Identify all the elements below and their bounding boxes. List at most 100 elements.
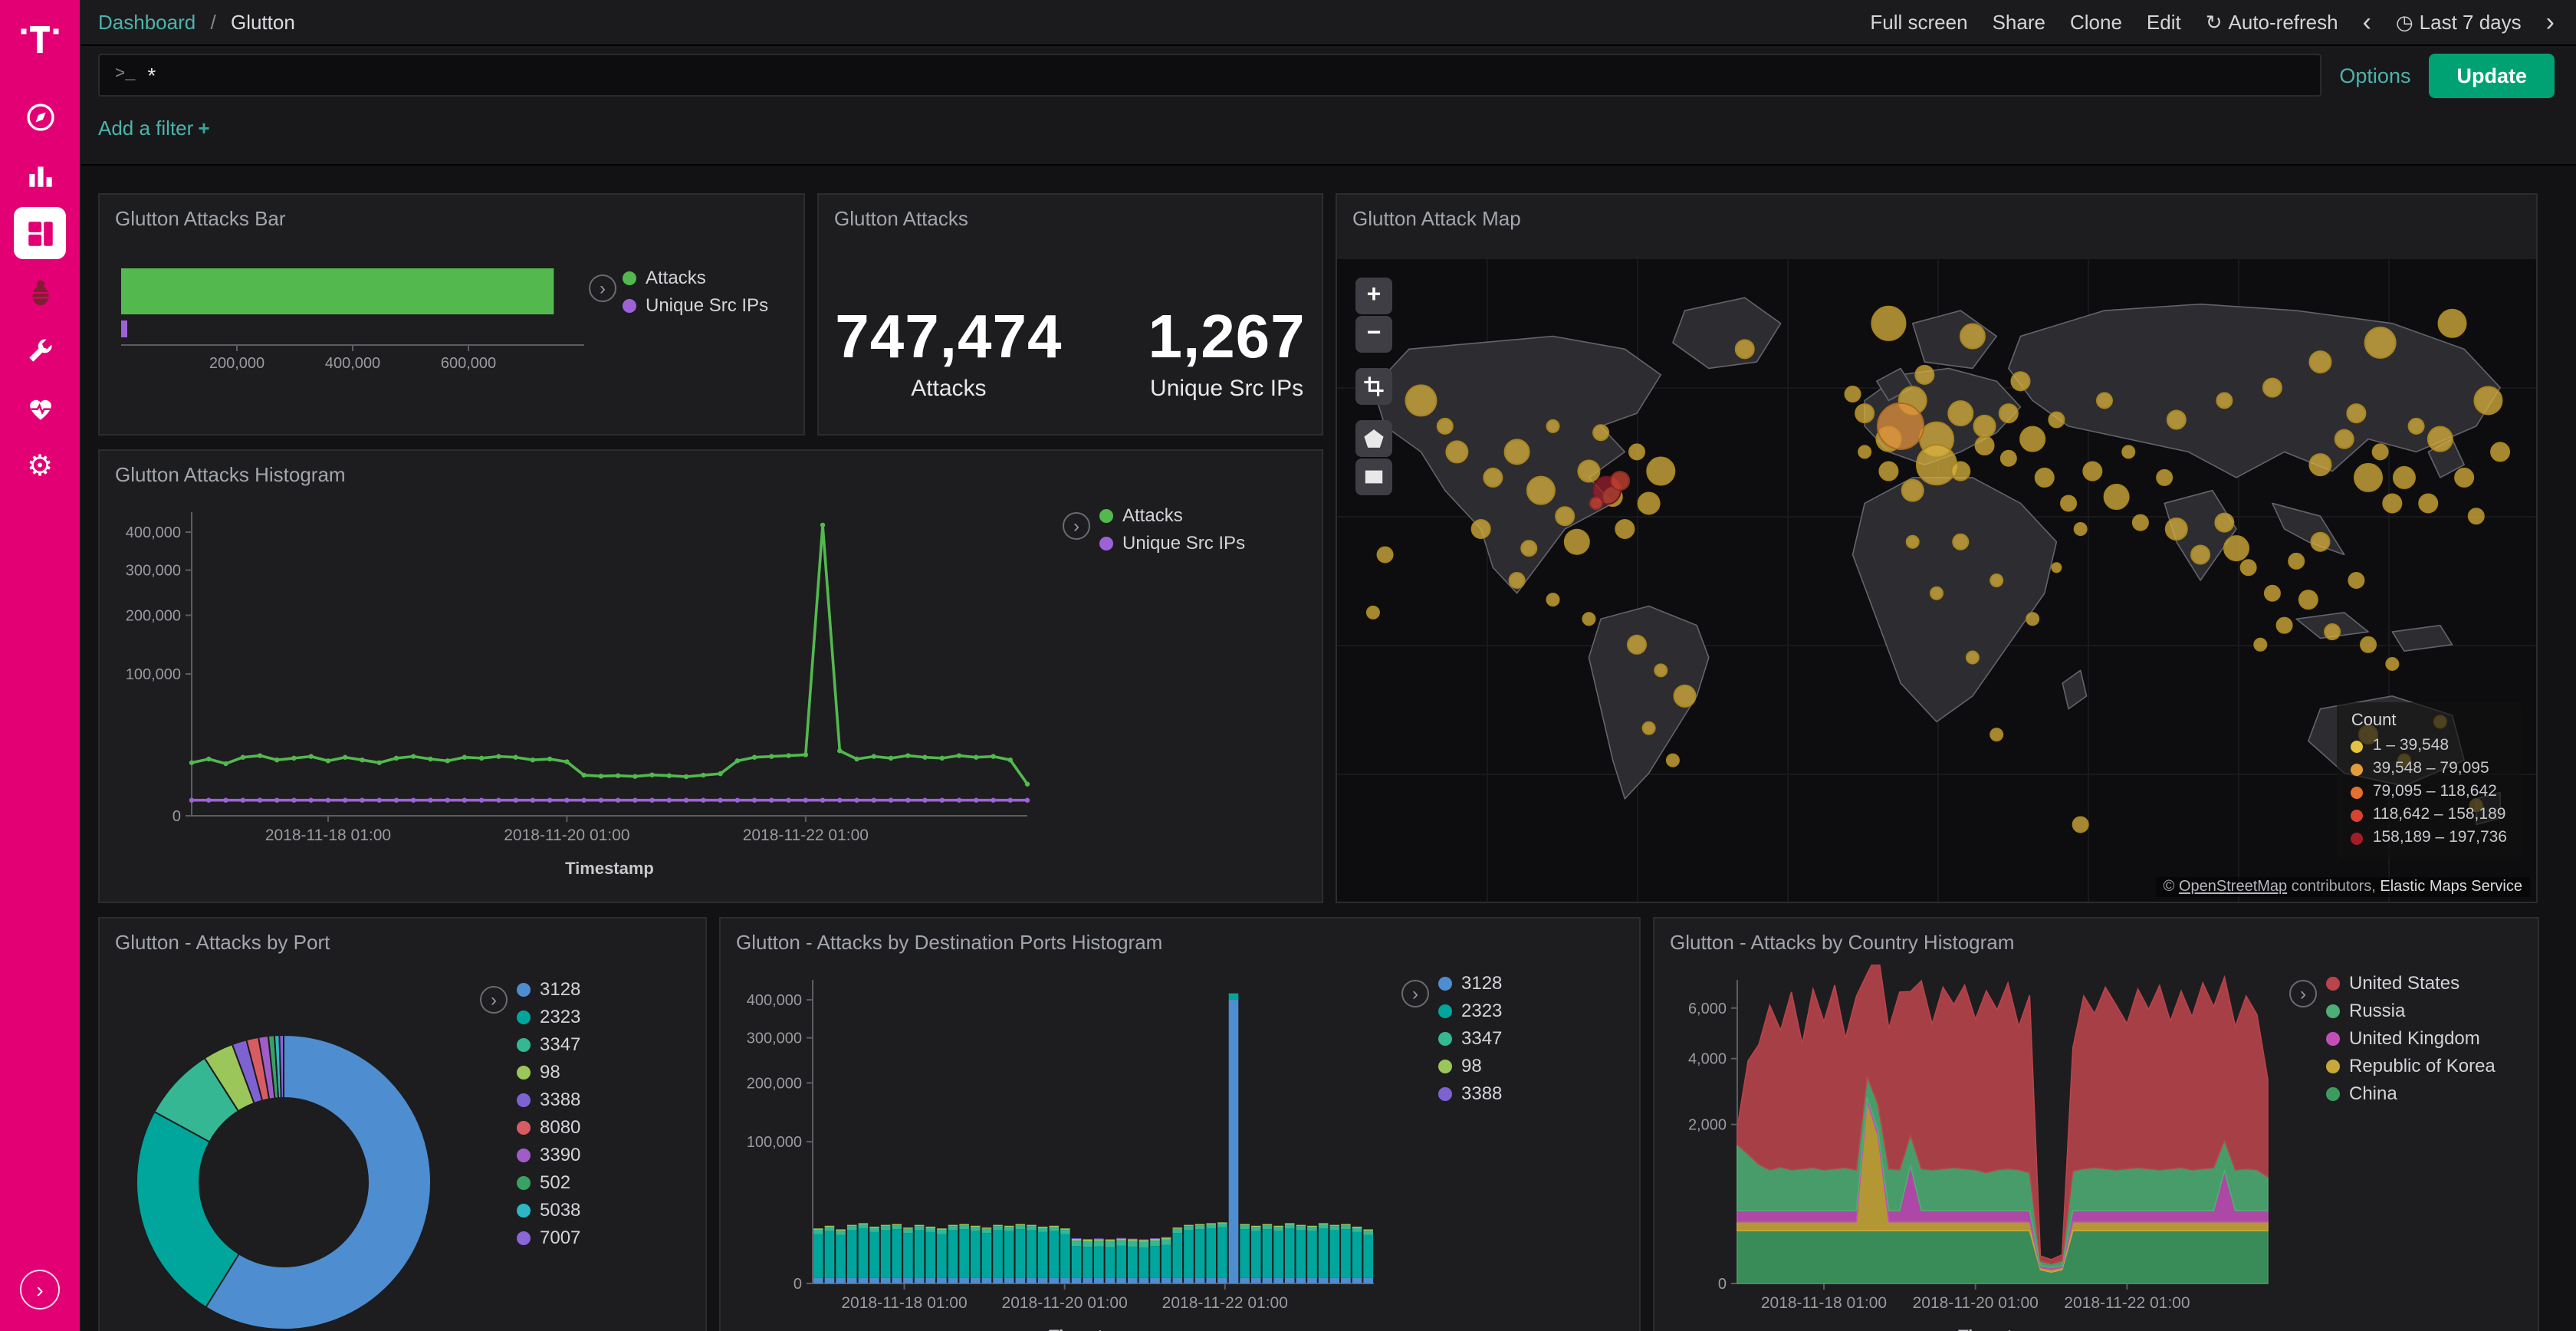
svg-text:Timestamp: Timestamp — [1049, 1326, 1138, 1331]
panel-glutton-attacks-bar: Glutton Attacks Bar 200,000400,000600,00… — [98, 193, 805, 435]
legend-item[interactable]: Attacks — [623, 265, 791, 291]
legend-item[interactable]: Attacks — [1099, 503, 1314, 529]
elastic-maps-service-link[interactable]: Elastic Maps Service — [2380, 879, 2522, 896]
svg-text:2018-11-22 01:00: 2018-11-22 01:00 — [743, 827, 869, 844]
svg-text:2,000: 2,000 — [1688, 1117, 1727, 1134]
legend-item[interactable]: 7007 — [517, 1225, 685, 1251]
legend-item[interactable]: United Kingdom — [2326, 1026, 2533, 1052]
map-legend: Count 1 – 39,54839,548 – 79,09579,095 – … — [2338, 702, 2521, 859]
legend-dot-icon — [2326, 1032, 2340, 1046]
rectangle-select-button[interactable] — [1355, 458, 1392, 495]
map-legend-label: 79,095 – 118,642 — [2373, 781, 2497, 804]
svg-text:200,000: 200,000 — [209, 355, 264, 372]
update-button[interactable]: Update — [2429, 53, 2555, 97]
legend-dot-icon — [2326, 977, 2340, 991]
legend-dot-icon — [517, 1011, 531, 1024]
legend-dot-icon — [2351, 763, 2364, 775]
sidebar-item-visualize[interactable] — [14, 149, 66, 201]
map-controls: + − — [1355, 278, 1392, 495]
legend-toggle-button[interactable]: › — [589, 274, 616, 302]
legend-dot-icon — [623, 271, 636, 285]
sidebar-item-tpot[interactable] — [14, 265, 66, 317]
legend-label: 2323 — [540, 1004, 580, 1030]
top-navigation-bar: Dashboard / Glutton Full screen Share Cl… — [80, 0, 2576, 46]
legend-item[interactable]: 2323 — [1438, 998, 1607, 1024]
map-legend-row: 158,189 – 197,736 — [2351, 827, 2507, 850]
full-screen-button[interactable]: Full screen — [1870, 11, 1967, 34]
sidebar-item-monitoring[interactable] — [14, 382, 66, 434]
legend-item[interactable]: Republic of Korea — [2326, 1053, 2533, 1080]
refresh-icon: ↻ — [2206, 10, 2223, 33]
auto-refresh-button[interactable]: ↻Auto-refresh — [2206, 10, 2338, 35]
stacked-bar-chart[interactable]: 0100,000200,000300,000400,0002018-11-18 … — [730, 965, 1389, 1331]
legend-item[interactable]: 3388 — [1438, 1081, 1607, 1107]
time-range-picker[interactable]: ◷Last 7 days — [2396, 10, 2522, 35]
legend-item[interactable]: 502 — [517, 1170, 685, 1196]
svg-text:100,000: 100,000 — [126, 666, 181, 683]
openstreetmap-link[interactable]: OpenStreetMap — [2179, 879, 2287, 896]
legend-item[interactable]: 3388 — [517, 1087, 685, 1113]
legend-item[interactable]: 3347 — [517, 1032, 685, 1058]
panel-attacks-by-port: Glutton - Attacks by Port › 312823233347… — [98, 917, 707, 1331]
svg-text:300,000: 300,000 — [126, 563, 181, 580]
bar-chart-icon — [24, 159, 56, 191]
time-back-button[interactable]: ‹ — [2363, 9, 2371, 35]
options-link[interactable]: Options — [2339, 64, 2410, 87]
legend-dot-icon — [517, 1149, 531, 1162]
legend-dot-icon — [1099, 537, 1113, 550]
legend-dot-icon — [517, 1231, 531, 1245]
legend-label: 8080 — [540, 1115, 580, 1141]
legend-item[interactable]: 3128 — [517, 977, 685, 1003]
add-filter-link[interactable]: Add a filter+ — [98, 117, 210, 140]
legend-toggle-button[interactable]: › — [2289, 980, 2317, 1007]
legend-item[interactable]: United States — [2326, 971, 2533, 997]
sidebar-item-dashboard[interactable] — [14, 207, 66, 259]
legend-dot-icon — [2326, 1087, 2340, 1101]
polygon-select-button[interactable] — [1355, 420, 1392, 457]
sidebar-collapse-button[interactable]: › — [20, 1270, 60, 1310]
legend-dot-icon — [2351, 832, 2364, 844]
search-input-wrapper[interactable]: >_ — [98, 54, 2321, 97]
edit-button[interactable]: Edit — [2147, 11, 2181, 34]
horizontal-bar-chart[interactable]: 200,000400,000600,000 — [109, 256, 630, 385]
svg-text:100,000: 100,000 — [747, 1134, 802, 1151]
legend-toggle-button[interactable]: › — [1063, 512, 1090, 540]
metric-value: 747,474 — [835, 304, 1062, 373]
t-mobile-logo[interactable] — [17, 15, 63, 66]
clone-button[interactable]: Clone — [2070, 11, 2122, 34]
svg-text:Timestamp: Timestamp — [1958, 1326, 2047, 1331]
legend-item[interactable]: Unique Src IPs — [1099, 531, 1314, 557]
gear-icon: ⚙ — [27, 452, 53, 481]
legend-item[interactable]: 3390 — [517, 1142, 685, 1168]
fit-data-bounds-button[interactable] — [1355, 368, 1392, 405]
stacked-area-chart[interactable]: 02,0004,0006,0002018-11-18 01:002018-11-… — [1664, 965, 2280, 1331]
line-chart[interactable]: 0100,000200,000300,000400,0002018-11-18 … — [109, 497, 1052, 883]
legend-item[interactable]: 5038 — [517, 1198, 685, 1224]
legend-item[interactable]: 98 — [1438, 1053, 1607, 1080]
map-legend-row: 118,642 – 158,189 — [2351, 804, 2507, 827]
share-button[interactable]: Share — [1993, 11, 2045, 34]
search-input[interactable] — [147, 63, 2304, 87]
sidebar-item-devtools[interactable] — [14, 324, 66, 376]
legend-toggle-button[interactable]: › — [1401, 980, 1429, 1007]
legend-item[interactable]: 2323 — [517, 1004, 685, 1030]
legend-label: 2323 — [1461, 998, 1502, 1024]
sidebar: ⚙ › — [0, 0, 80, 1331]
sidebar-item-discover[interactable] — [14, 90, 66, 143]
sidebar-item-management[interactable]: ⚙ — [14, 440, 66, 492]
legend-item[interactable]: China — [2326, 1081, 2533, 1107]
legend-item[interactable]: 3347 — [1438, 1026, 1607, 1052]
donut-chart[interactable] — [112, 968, 480, 1331]
legend-item[interactable]: Russia — [2326, 998, 2533, 1024]
breadcrumb-dashboard-link[interactable]: Dashboard — [98, 11, 196, 34]
legend-item[interactable]: 98 — [517, 1060, 685, 1086]
legend-item[interactable]: 8080 — [517, 1115, 685, 1141]
zoom-out-button[interactable]: − — [1355, 316, 1392, 353]
breadcrumb: Dashboard / Glutton — [98, 11, 295, 34]
legend-item[interactable]: 3128 — [1438, 971, 1607, 997]
legend-toggle-button[interactable]: › — [480, 986, 508, 1014]
map-container[interactable]: + − — [1337, 259, 2536, 902]
legend-item[interactable]: Unique Src IPs — [623, 293, 791, 319]
time-forward-button[interactable]: › — [2546, 9, 2555, 35]
zoom-in-button[interactable]: + — [1355, 278, 1392, 314]
